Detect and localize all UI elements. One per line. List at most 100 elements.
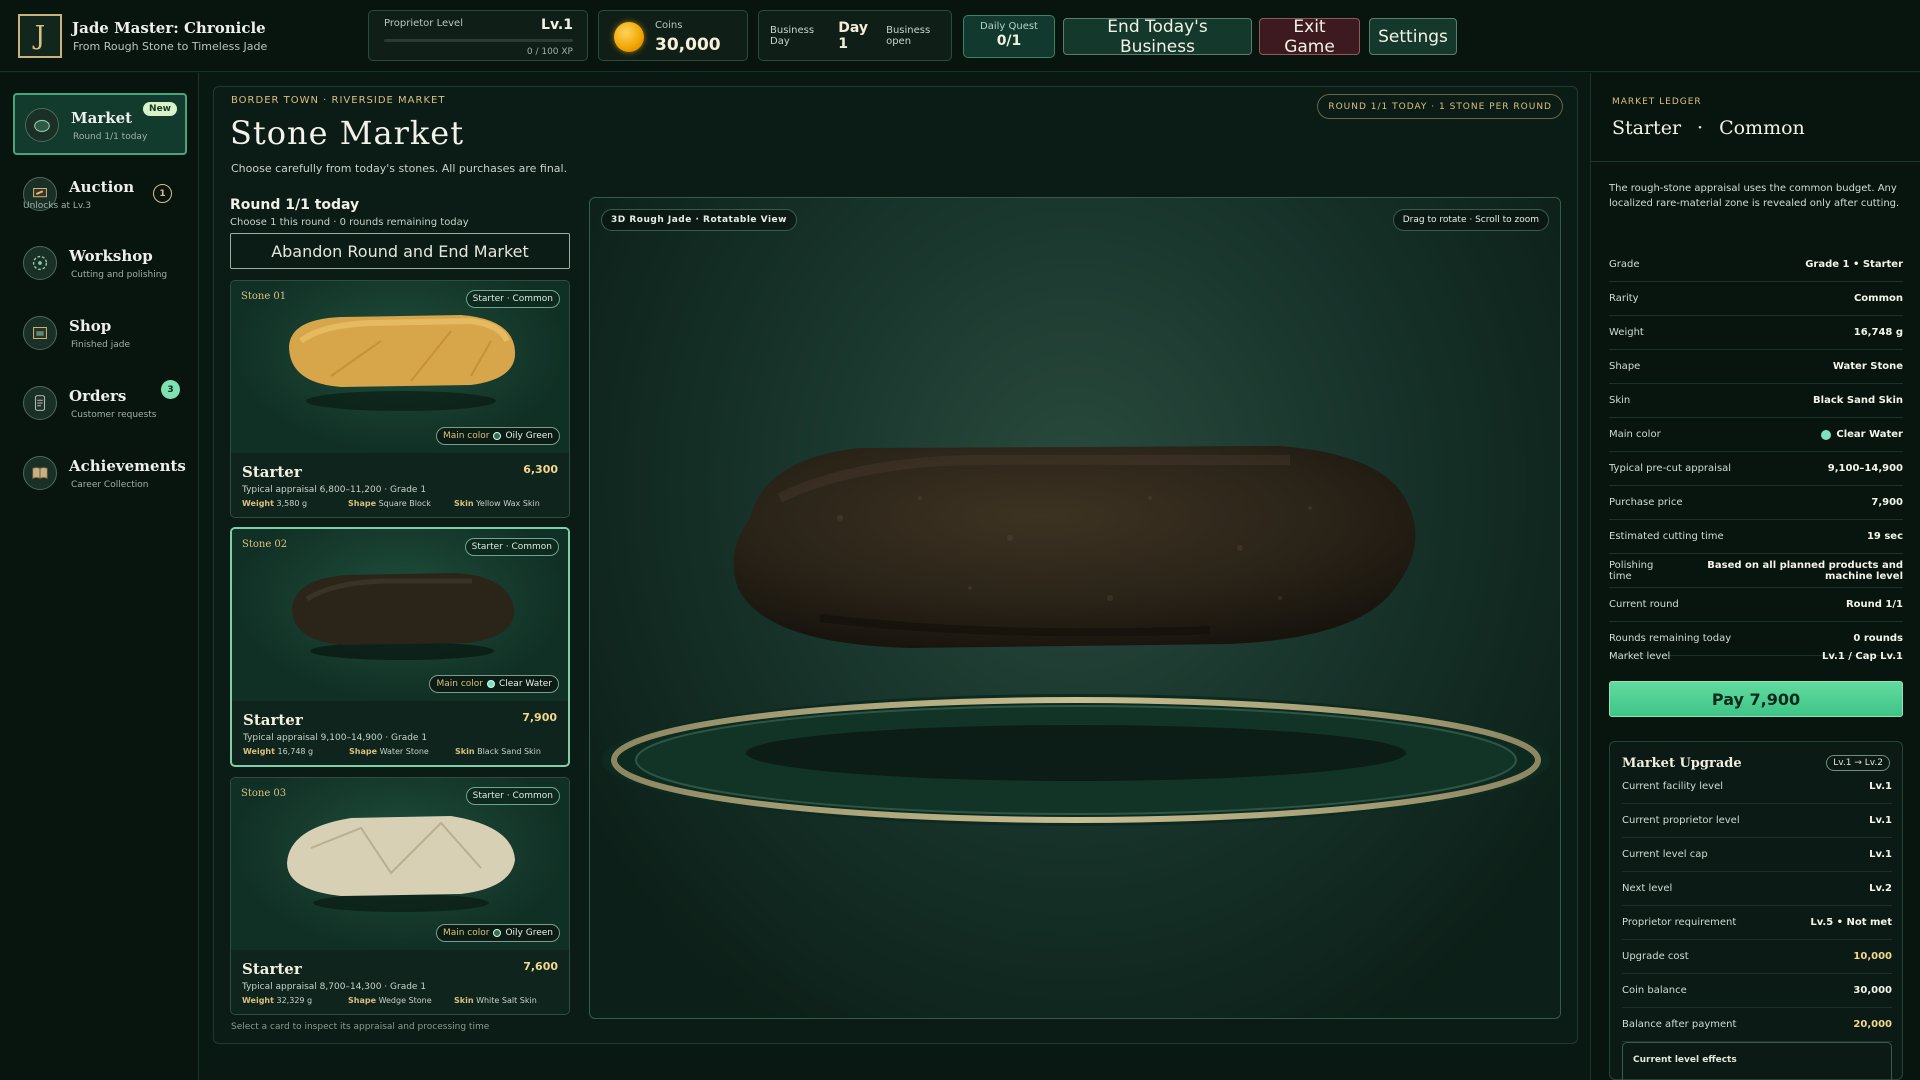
ledger-row-grade: Grade Grade 1 • Starter [1609,248,1903,282]
upgrade-value: Lv.1 [1869,849,1892,860]
main-color-chip: Main color Oily Green [435,427,560,445]
weight-value: 32,329 g [276,996,313,1005]
market-panel: BORDER TOWN · RIVERSIDE MARKET Stone Mar… [213,86,1578,1044]
sidebar-item-market[interactable]: Market Round 1/1 today New [13,93,187,155]
shape-value: Water Stone [379,747,429,756]
rarity-tag: Starter · Common [465,787,560,805]
skin-value: Black Sand Skin [477,747,541,756]
sidebar-item-shop[interactable]: Shop Finished jade [13,303,187,365]
weight-label: Weight [242,499,274,508]
round-subtitle: Choose 1 this round · 0 rounds remaining… [230,217,469,228]
ledger-row-cutting-time: Estimated cutting time 19 sec [1609,520,1903,554]
rarity-tag: Starter · Common [465,290,560,308]
ledger-value: 9,100–14,900 [1827,463,1903,474]
ledger-row-appraisal: Typical pre-cut appraisal 9,100–14,900 [1609,452,1903,486]
upgrade-key: Next level [1622,883,1673,894]
coins-label: Coins [655,20,683,31]
upgrade-key: Current proprietor level [1622,815,1740,826]
main-color-value: Oily Green [505,928,553,938]
weight-value: 16,748 g [277,747,314,756]
orders-count-badge: 3 [161,380,180,399]
sidebar-item-achievements[interactable]: Achievements Career Collection [13,443,187,505]
shape-label: Shape [348,996,377,1005]
ledger-value: Grade 1 • Starter [1805,259,1903,270]
skin-label: Skin [454,996,474,1005]
sidebar-item-sub: Unlocks at Lv.3 [23,201,92,211]
proprietor-level-panel: Proprietor Level Lv.1 0 / 100 XP [368,10,588,61]
daily-quest-label: Daily Quest [980,21,1038,32]
ledger-value: Clear Water [1821,429,1903,440]
ledger-title: Starter · Common [1612,117,1805,139]
rarity-tag: Starter · Common [464,538,559,556]
exit-game-button[interactable]: Exit Game [1259,17,1360,57]
stone-appraisal: Typical appraisal 9,100–14,900 · Grade 1 [243,733,428,743]
shape-value: Square Block [378,499,431,508]
ledger-value: 19 sec [1866,531,1903,542]
skin-value: White Salt Skin [476,996,537,1005]
daily-quest-button[interactable]: Daily Quest 0/1 [963,15,1055,58]
stone-card-02[interactable]: Stone 02 Starter · Common Main color Cle… [230,527,570,767]
shape-label: Shape [348,499,377,508]
color-swatch-icon [486,680,495,688]
ledger-row-weight: Weight 16,748 g [1609,316,1903,350]
stone-card-01[interactable]: Stone 01 Starter · Common Main color Oil… [230,280,570,518]
upgrade-value: Lv.5 • Not met [1810,917,1892,928]
upgrade-value: 10,000 [1853,951,1892,962]
stone-name: Starter [242,463,302,481]
sidebar-item-auction[interactable]: Auction Unlocks at Lv.3 1 [13,164,187,226]
ledger-key: Estimated cutting time [1609,531,1724,542]
ledger-row-current-round: Current round Round 1/1 [1609,588,1903,622]
upgrade-key: Proprietor requirement [1622,917,1737,928]
business-day-panel: Business Day Day 1 Business open [758,10,952,61]
breadcrumb: BORDER TOWN · RIVERSIDE MARKET [231,95,446,106]
upgrade-row: Balance after payment 20,000 [1622,1008,1892,1042]
proprietor-level-value: Lv.1 [541,17,573,33]
ledger-value: Lv.1 / Cap Lv.1 [1821,650,1903,662]
shape-value: Wedge Stone [378,996,432,1005]
settings-button[interactable]: Settings [1369,18,1457,55]
stone-card-03[interactable]: Stone 03 Starter · Common Main color Oil… [230,777,570,1015]
stone-name: Starter [243,711,303,729]
stone-number: Stone 02 [242,539,288,550]
ledger-key: Typical pre-cut appraisal [1609,463,1732,474]
ledger-key: Polishing time [1609,559,1654,582]
sidebar-item-orders[interactable]: Orders Customer requests 3 [13,373,187,435]
end-business-button[interactable]: End Today's Business [1063,17,1252,57]
ledger-value: Based on all planned products and machin… [1707,559,1903,582]
ledger-title-rarity: Common [1719,117,1805,139]
upgrade-title: Market Upgrade [1622,756,1742,771]
ledger-value: 16,748 g [1853,327,1903,338]
book-icon [23,456,57,490]
pay-button[interactable]: Pay 7,900 [1609,681,1903,717]
sidebar-item-workshop[interactable]: Workshop Cutting and polishing [13,233,187,295]
stone-3d-viewer[interactable]: 3D Rough Jade · Rotatable View Drag to r… [589,197,1561,1019]
stone-price: 7,900 [522,711,557,724]
main-color-label: Main color [436,679,483,689]
ledger-key: Weight [1609,327,1644,338]
upgrade-row: Proprietor requirement Lv.5 • Not met [1622,906,1892,940]
upgrade-key: Current level cap [1622,849,1708,860]
weight-label: Weight [243,747,275,756]
ledger-key: Skin [1609,395,1631,406]
daily-quest-value: 0/1 [996,33,1022,49]
ledger-row-rarity: Rarity Common [1609,282,1903,316]
sidebar-item-sub: Cutting and polishing [71,270,168,280]
sidebar-item-label: Orders [69,387,127,405]
upgrade-value: 20,000 [1853,1019,1892,1030]
business-day-value: Day 1 [838,19,868,52]
upgrade-value: 30,000 [1853,985,1892,996]
ledger-value: Common [1853,293,1903,304]
ledger-key: Current round [1609,599,1679,610]
upgrade-key: Current facility level [1622,781,1724,792]
new-badge: New [143,102,177,116]
upgrade-value: Lv.2 [1869,883,1892,894]
xp-progress-bar [384,39,573,42]
sidebar-item-label: Auction [69,178,135,196]
abandon-round-button[interactable]: Abandon Round and End Market [230,233,570,269]
sidebar-item-label: Shop [69,317,112,335]
upgrade-row: Coin balance 30,000 [1622,974,1892,1008]
upgrade-value: Lv.1 [1869,815,1892,826]
current-level-effects[interactable]: Current level effects [1622,1042,1892,1080]
sidebar-item-sub: Career Collection [71,480,149,490]
upgrade-row: Next level Lv.2 [1622,872,1892,906]
